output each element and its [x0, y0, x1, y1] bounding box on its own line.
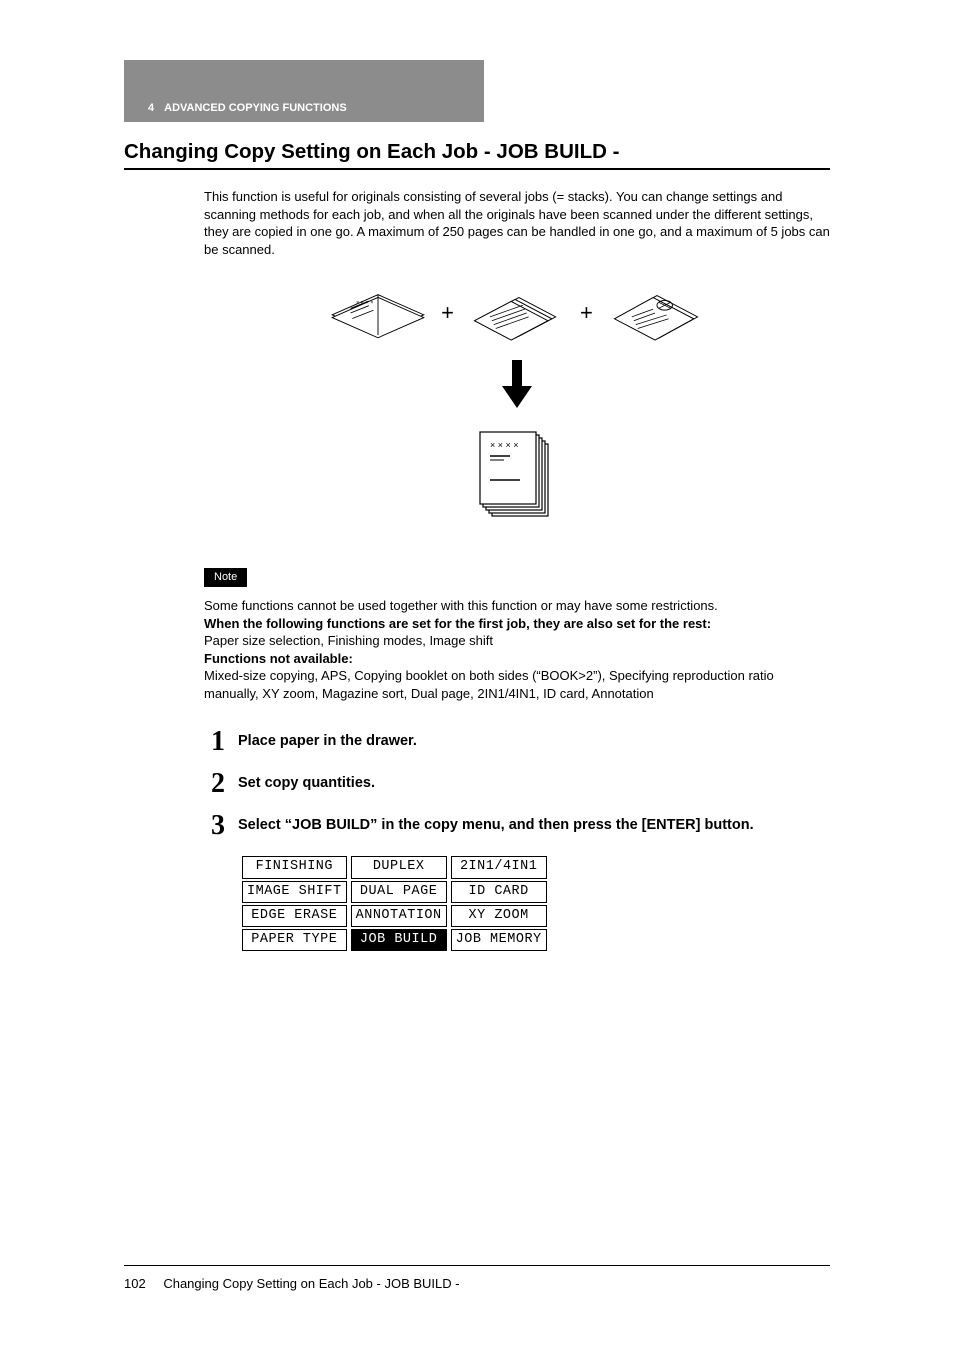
chapter-title: ADVANCED COPYING FUNCTIONS [164, 102, 347, 114]
source-stack-sheets-icon [462, 284, 572, 342]
step-number: 2 [204, 770, 232, 798]
menu-row: IMAGE SHIFT DUAL PAGE ID CARD [242, 881, 547, 903]
page-heading: Changing Copy Setting on Each Job - JOB … [124, 140, 830, 170]
body-block: This function is useful for originals co… [204, 188, 830, 953]
step-3: 3 Select “JOB BUILD” in the copy menu, a… [204, 812, 830, 840]
menu-item-finishing[interactable]: FINISHING [242, 856, 347, 878]
menu-row: FINISHING DUPLEX 2IN1/4IN1 [242, 856, 547, 878]
flow-arrow-icon [502, 360, 532, 408]
copy-menu-grid: FINISHING DUPLEX 2IN1/4IN1 IMAGE SHIFT D… [238, 854, 551, 953]
note-not-available-heading: Functions not available: [204, 651, 353, 666]
chapter-number: 4 [148, 102, 154, 114]
menu-item-image-shift[interactable]: IMAGE SHIFT [242, 881, 347, 903]
intro-paragraph: This function is useful for originals co… [204, 188, 830, 258]
note-not-available-list: Mixed-size copying, APS, Copying booklet… [204, 668, 774, 701]
menu-item-duplex[interactable]: DUPLEX [351, 856, 447, 878]
step-number: 3 [204, 812, 232, 840]
step-text: Select “JOB BUILD” in the copy menu, and… [238, 812, 754, 836]
menu-item-job-memory[interactable]: JOB MEMORY [451, 929, 547, 951]
menu-item-paper-type[interactable]: PAPER TYPE [242, 929, 347, 951]
menu-item-xy-zoom[interactable]: XY ZOOM [451, 905, 547, 927]
source-stack-image-icon [601, 284, 711, 342]
page-container: 4 ADVANCED COPYING FUNCTIONS Changing Co… [0, 0, 954, 1351]
chapter-header-bar: 4 ADVANCED COPYING FUNCTIONS [124, 60, 484, 122]
running-title: Changing Copy Setting on Each Job - JOB … [163, 1276, 459, 1291]
svg-text:× × × ×: × × × × [356, 300, 373, 306]
source-stack-book-icon: × × × × [323, 284, 433, 342]
page-number: 102 [124, 1276, 146, 1291]
steps-list: 1 Place paper in the drawer. 2 Set copy … [204, 728, 830, 953]
step-text: Place paper in the drawer. [238, 728, 417, 752]
step-1: 1 Place paper in the drawer. [204, 728, 830, 756]
step-number: 1 [204, 728, 232, 756]
plus-separator-1: + [441, 298, 454, 328]
page-footer: 102 Changing Copy Setting on Each Job - … [124, 1265, 830, 1291]
note-set-for-rest-heading: When the following functions are set for… [204, 616, 711, 631]
step-2: 2 Set copy quantities. [204, 770, 830, 798]
step-text: Set copy quantities. [238, 770, 375, 794]
menu-item-id-card[interactable]: ID CARD [451, 881, 547, 903]
svg-text:× × × ×: × × × × [490, 440, 519, 450]
menu-item-edge-erase[interactable]: EDGE ERASE [242, 905, 347, 927]
menu-item-2in1-4in1[interactable]: 2IN1/4IN1 [451, 856, 547, 878]
menu-row: PAPER TYPE JOB BUILD JOB MEMORY [242, 929, 547, 951]
job-build-flow-diagram: × × × × + + [204, 284, 830, 544]
note-restrictions-text: Some functions cannot be used together w… [204, 598, 718, 613]
menu-item-dual-page[interactable]: DUAL PAGE [351, 881, 447, 903]
menu-row: EDGE ERASE ANNOTATION XY ZOOM [242, 905, 547, 927]
note-set-for-rest-list: Paper size selection, Finishing modes, I… [204, 633, 493, 648]
output-stack-icon: × × × × [474, 426, 560, 526]
menu-item-annotation[interactable]: ANNOTATION [351, 905, 447, 927]
note-label: Note [204, 568, 247, 587]
menu-item-job-build[interactable]: JOB BUILD [351, 929, 447, 951]
plus-separator-2: + [580, 298, 593, 328]
source-documents-row: × × × × + + [323, 284, 711, 342]
note-body: Some functions cannot be used together w… [204, 597, 830, 702]
